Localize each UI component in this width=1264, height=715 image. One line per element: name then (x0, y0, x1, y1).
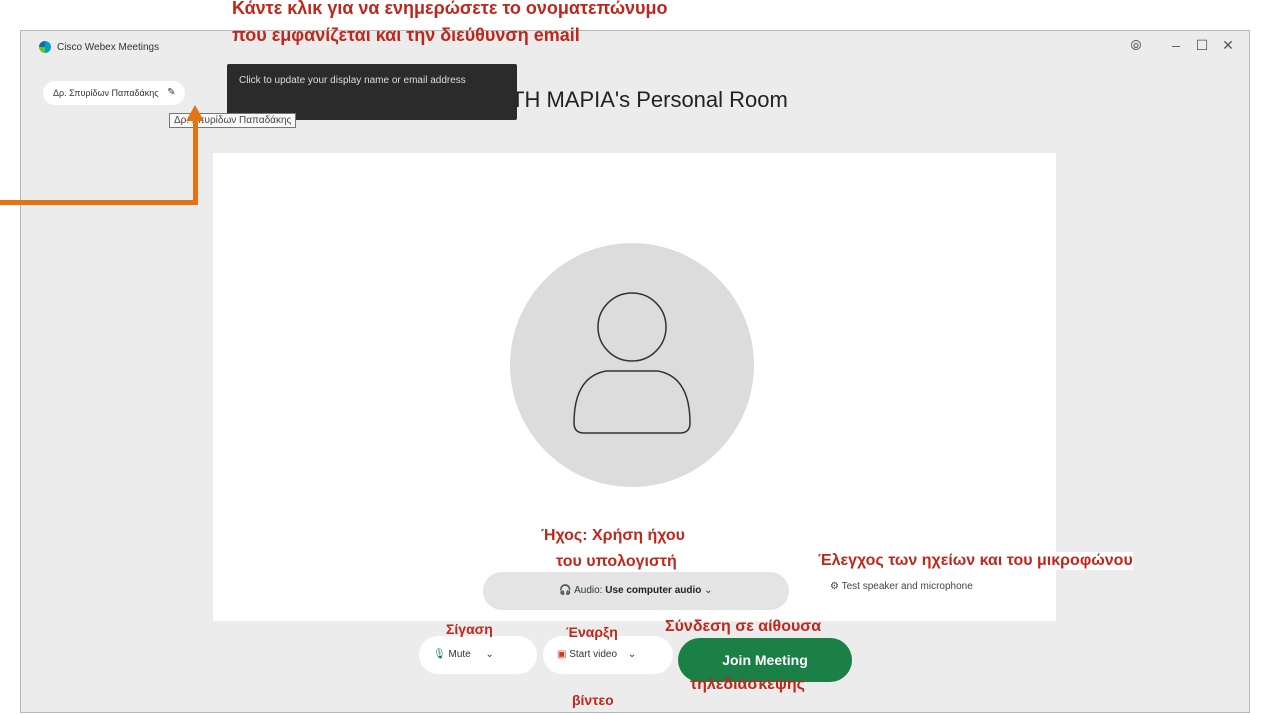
minimize-button[interactable]: – (1165, 37, 1187, 53)
annotation-mute: Σίγαση (446, 621, 493, 637)
maximize-button[interactable]: ☐ (1191, 37, 1213, 54)
test-speaker-button[interactable]: ⚙ Test speaker and microphone (830, 581, 973, 592)
webex-window: Cisco Webex Meetings ⦾ – ☐ ✕ Δρ. Σπυρίδω… (20, 30, 1250, 713)
audio-value: Use computer audio (605, 585, 702, 596)
orange-arrow-head-icon (186, 105, 204, 121)
microphone-icon: 🎙 (433, 649, 446, 660)
webex-logo-icon (39, 41, 51, 53)
audio-selector[interactable]: 🎧 Audio: Use computer audio ⌄ (483, 572, 789, 610)
mute-label: Mute (448, 649, 471, 660)
video-off-icon: ▣ (557, 649, 567, 660)
user-silhouette-icon (573, 292, 691, 434)
chevron-down-icon: ⌄ (485, 649, 494, 660)
mute-button[interactable]: 🎙 Mute ⌄ (419, 636, 537, 674)
annotation-test-speaker: Έλεγχος των ηχείων και του μικροφώνου (818, 552, 1133, 570)
app-title: Cisco Webex Meetings (57, 42, 160, 53)
update-name-tooltip: Click to update your display name or ema… (227, 64, 517, 120)
avatar (510, 243, 754, 487)
display-name-label: Δρ. Σπυρίδων Παπαδάκης (53, 88, 159, 98)
chevron-down-icon: ⌄ (627, 649, 637, 660)
pencil-icon: ✎ (167, 87, 176, 98)
gear-icon: ⚙ (830, 581, 839, 592)
headset-icon: 🎧 (559, 585, 572, 596)
orange-arrow-vertical (193, 120, 198, 205)
display-name-button[interactable]: Δρ. Σπυρίδων Παπαδάκης ✎ (43, 81, 185, 105)
annotation-update-line2: που εμφανίζεται και την διεύθυνση email (232, 25, 580, 45)
annotation-audio-line2: του υπολογιστή (556, 553, 677, 570)
annotation-video-line1: Έναρξη (566, 624, 618, 640)
room-title: TH MAPIA's Personal Room (511, 87, 788, 112)
title-bar: Cisco Webex Meetings ⦾ – ☐ ✕ (21, 31, 1249, 65)
annotation-join-line1: Σύνδεση σε αίθουσα (665, 618, 822, 635)
video-preview (213, 153, 1056, 621)
test-speaker-label: Test speaker and microphone (841, 581, 973, 592)
close-button[interactable]: ✕ (1217, 37, 1239, 54)
help-icon[interactable]: ⦾ (1125, 37, 1147, 54)
audio-prefix: Audio: (574, 585, 606, 596)
orange-arrow-horizontal (0, 200, 198, 205)
annotation-join-line2: τηλεδιάσκεψης (690, 676, 805, 693)
annotation-update-line1: Κάντε κλικ για να ενημερώσετε το ονοματε… (232, 0, 668, 18)
start-video-button[interactable]: ▣ Start video ⌄ (543, 636, 673, 674)
annotation-video-line2: βίντεο (572, 692, 614, 708)
annotation-audio-line1: Ήχος: Χρήση ήχου (541, 527, 685, 544)
start-video-label: Start video (569, 649, 618, 660)
chevron-down-icon: ⌄ (704, 585, 713, 596)
